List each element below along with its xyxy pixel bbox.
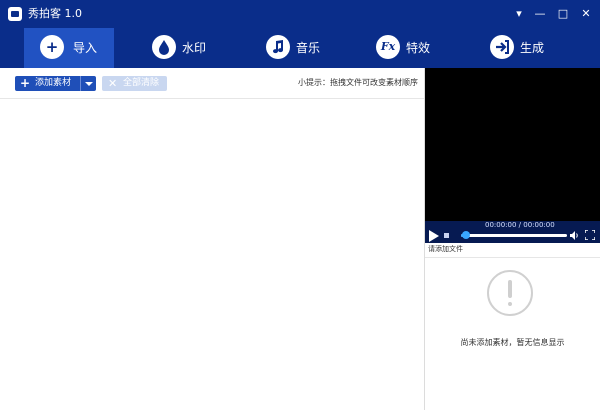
tab-generate-label: 生成 (520, 41, 545, 55)
close-icon: ✕ (108, 77, 118, 90)
progress-slider[interactable] (461, 234, 567, 237)
hint-label: 小提示： (298, 78, 330, 87)
menu-dropdown-icon[interactable]: ▾ (509, 4, 529, 24)
play-icon[interactable] (429, 230, 439, 242)
export-icon (490, 35, 514, 59)
material-list[interactable] (0, 99, 424, 410)
title-bar: 秀拍客 1.0 ▾ — □ ✕ (0, 0, 600, 28)
app-title: 秀拍客 1.0 (28, 7, 82, 20)
close-icon[interactable]: ✕ (576, 4, 596, 24)
plus-icon: + (40, 35, 64, 59)
plus-icon: + (20, 76, 31, 90)
video-preview (425, 68, 600, 221)
tab-generate[interactable]: 生成 (480, 28, 560, 68)
minimize-icon[interactable]: — (530, 4, 550, 24)
hint-message: 拖拽文件可改变素材顺序 (330, 78, 418, 87)
player-status: 请添加文件 (425, 243, 600, 258)
tab-music-label: 音乐 (296, 41, 321, 55)
tab-watermark[interactable]: 水印 (138, 28, 218, 68)
progress-handle[interactable] (462, 231, 471, 239)
info-panel: 尚未添加素材，暂无信息显示 (425, 258, 600, 410)
app-logo-icon (8, 7, 22, 21)
time-readout: 00:00:00 / 00:00:00 (485, 221, 555, 229)
tab-import-label: 导入 (73, 41, 98, 55)
volume-icon[interactable] (570, 231, 580, 240)
main-toolbar: + 导入 水印 音乐 Fx 特效 生成 (0, 28, 600, 68)
tab-music[interactable]: 音乐 (252, 28, 332, 68)
player-status-text: 请添加文件 (428, 245, 463, 253)
clear-all-label: 全部清除 (123, 78, 160, 88)
app-window: 秀拍客 1.0 ▾ — □ ✕ + 导入 水印 音乐 Fx 特效 生成 + 添加… (0, 0, 600, 410)
maximize-icon[interactable]: □ (553, 4, 573, 24)
droplet-icon (152, 35, 176, 59)
music-note-icon (266, 35, 290, 59)
add-material-label: 添加素材 (35, 78, 72, 88)
hint-text: 小提示：拖拽文件可改变素材顺序 (298, 77, 418, 89)
fx-icon: Fx (376, 35, 400, 59)
exclamation-icon (487, 270, 533, 316)
empty-info-text: 尚未添加素材，暂无信息显示 (460, 338, 565, 347)
tab-import[interactable]: + 导入 (24, 28, 114, 68)
add-material-button[interactable]: + 添加素材 (15, 76, 80, 91)
material-panel: + 添加素材 ✕ 全部清除 小提示：拖拽文件可改变素材顺序 (0, 68, 424, 410)
fullscreen-icon[interactable] (584, 229, 596, 241)
clear-all-button[interactable]: ✕ 全部清除 (102, 76, 167, 91)
material-toolbar: + 添加素材 ✕ 全部清除 小提示：拖拽文件可改变素材顺序 (0, 68, 424, 99)
stop-icon[interactable] (444, 233, 449, 238)
tab-watermark-label: 水印 (182, 41, 207, 55)
add-material-dropdown[interactable] (80, 76, 96, 91)
tab-effects-label: 特效 (406, 41, 431, 55)
player-controls: 00:00:00 / 00:00:00 (425, 221, 600, 243)
tab-effects[interactable]: Fx 特效 (366, 28, 446, 68)
